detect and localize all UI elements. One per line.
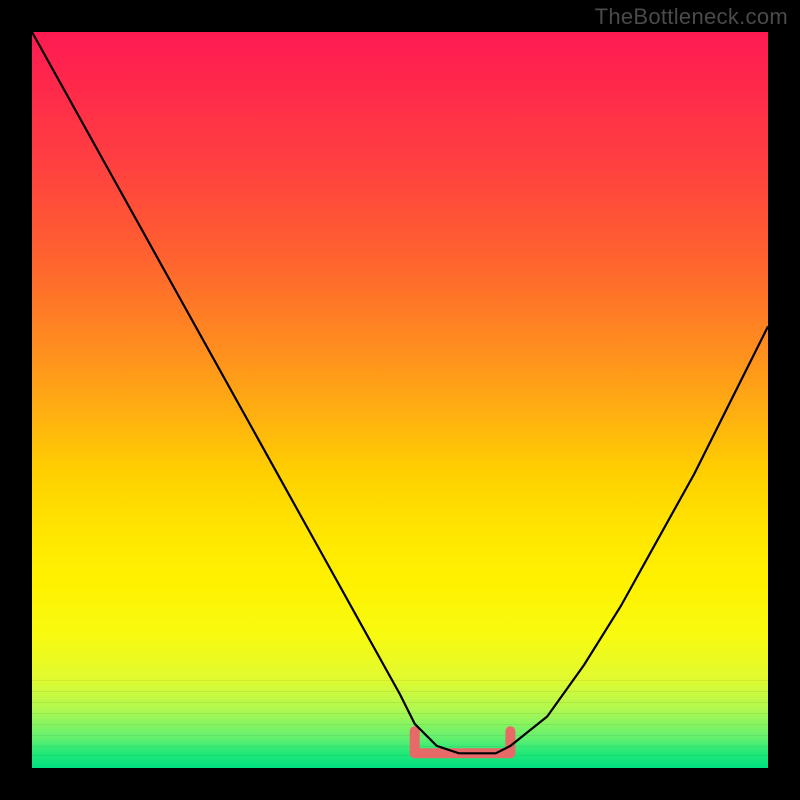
chart-frame: TheBottleneck.com <box>0 0 800 800</box>
valley-marker <box>415 731 511 753</box>
watermark-text: TheBottleneck.com <box>595 4 788 30</box>
plot-area <box>32 32 768 768</box>
bottleneck-curve-line <box>32 32 768 753</box>
curve-svg <box>32 32 768 768</box>
